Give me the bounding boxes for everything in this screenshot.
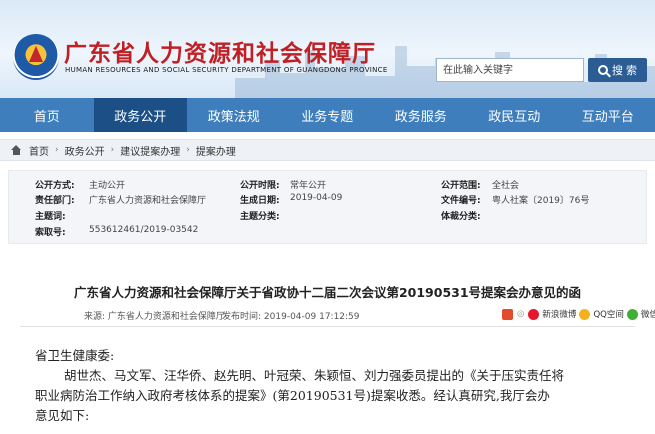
- carrier-category-label: 体裁分类:: [441, 212, 481, 222]
- nav-item-gov-affairs[interactable]: 政务公开: [93, 98, 187, 132]
- wechat-icon[interactable]: [626, 308, 638, 320]
- responsible-value: 广东省人力资源和社会保障厅: [89, 196, 207, 206]
- share-bar: ◎ 新浪微博 QQ空间 微信: [502, 308, 655, 320]
- nav-item-platform[interactable]: 互动平台: [561, 98, 655, 132]
- breadcrumb-current[interactable]: 提案办理: [196, 143, 236, 158]
- nav-item-home[interactable]: 首页: [0, 98, 94, 132]
- search-button-label: 搜 索: [611, 65, 638, 77]
- responsible-label: 责任部门:: [35, 196, 75, 206]
- index-label: 索取号:: [35, 228, 66, 238]
- article-info: 来源: 广东省人力资源和社会保障厅 发布时间: 2019-04-09 17:12…: [0, 307, 655, 323]
- source-value: 广东省人力资源和社会保障厅: [107, 312, 225, 322]
- topic-category-label: 主题分类:: [240, 212, 280, 222]
- open-method-value: 主动公开: [89, 181, 126, 191]
- open-time-label: 公开时限:: [240, 181, 280, 191]
- search-input[interactable]: [436, 58, 584, 82]
- breadcrumb-proposals[interactable]: 建议提案办理: [120, 143, 180, 158]
- home-icon: [11, 145, 22, 155]
- breadcrumb-home[interactable]: 首页: [29, 143, 49, 158]
- article-divider: [20, 326, 635, 327]
- breadcrumb-separator: ›: [110, 145, 115, 155]
- date-label: 生成日期:: [240, 196, 280, 206]
- site-title[interactable]: 广东省人力资源和社会保障厅: [64, 34, 376, 68]
- article-salutation: 省卫生健康委:: [35, 348, 115, 363]
- article-paragraph-line: 胡世杰、马文军、汪华侨、赵先明、叶冠荣、朱颖恒、刘力强委员提出的《关于压实责任将: [64, 368, 565, 383]
- published-label: 发布时间:: [222, 312, 262, 322]
- share-icon[interactable]: [502, 308, 513, 320]
- article-published: 发布时间: 2019-04-09 17:12:59: [222, 309, 360, 322]
- article-paragraph-line: 意见如下:: [35, 408, 90, 423]
- nav-item-topics[interactable]: 业务专题: [281, 98, 375, 132]
- nav-item-policies[interactable]: 政策法规: [187, 98, 281, 132]
- date-value: 2019-04-09: [290, 193, 343, 203]
- breadcrumb: 首页 › 政务公开 › 建议提案办理 › 提案办理: [0, 139, 655, 161]
- search-icon: [597, 65, 608, 75]
- share-weibo[interactable]: 新浪微博: [542, 308, 576, 320]
- open-scope-label: 公开范围:: [441, 181, 481, 191]
- source-label: 来源:: [84, 312, 106, 322]
- share-qzone[interactable]: QQ空间: [593, 308, 623, 320]
- article-paragraph-line: 职业病防治工作纳入政府考核体系的提案》(第20190531号)提案收悉。经认真研…: [35, 388, 550, 403]
- site-subtitle: HUMAN RESOURCES AND SOCIAL SECURITY DEPA…: [65, 66, 388, 74]
- published-value: 2019-04-09 17:12:59: [263, 312, 360, 322]
- breadcrumb-separator: ›: [186, 145, 190, 155]
- article-title: 广东省人力资源和社会保障厅关于省政协十二届二次会议第20190531号提案会办意…: [73, 285, 582, 300]
- article-body: 省卫生健康委: 胡世杰、马文军、汪华侨、赵先明、叶冠荣、朱颖恒、刘力强委员提出的…: [35, 346, 630, 426]
- index-value: 553612461/2019-03542: [89, 225, 199, 235]
- doc-no-label: 文件编号:: [441, 196, 481, 206]
- breadcrumb-gov-affairs[interactable]: 政务公开: [65, 143, 105, 158]
- share-more-icon[interactable]: ◎: [517, 309, 524, 319]
- qzone-icon[interactable]: [579, 308, 591, 320]
- topic-label: 主题词:: [35, 212, 66, 222]
- search-button[interactable]: 搜 索: [588, 58, 647, 82]
- open-scope-value: 全社会: [492, 181, 520, 191]
- document-metadata: 公开方式: 主动公开 公开时限: 常年公开 公开范围: 全社会 责任部门: 广东…: [8, 170, 647, 244]
- open-time-value: 常年公开: [290, 181, 327, 191]
- breadcrumb-separator: ›: [55, 145, 59, 155]
- weibo-icon[interactable]: [528, 308, 540, 320]
- site-header: 广东省人力资源和社会保障厅 HUMAN RESOURCES AND SOCIAL…: [0, 0, 655, 98]
- nav-item-interaction[interactable]: 政民互动: [468, 98, 562, 132]
- open-method-label: 公开方式:: [35, 181, 75, 191]
- share-wechat[interactable]: 微信: [641, 308, 655, 320]
- nav-item-services[interactable]: 政务服务: [374, 98, 468, 132]
- main-nav: 首页 政务公开 政策法规 业务专题 政务服务 政民互动 互动平台: [0, 98, 655, 132]
- doc-no-value: 粤人社案〔2019〕76号: [492, 196, 590, 206]
- article-source: 来源: 广东省人力资源和社会保障厅: [84, 309, 225, 322]
